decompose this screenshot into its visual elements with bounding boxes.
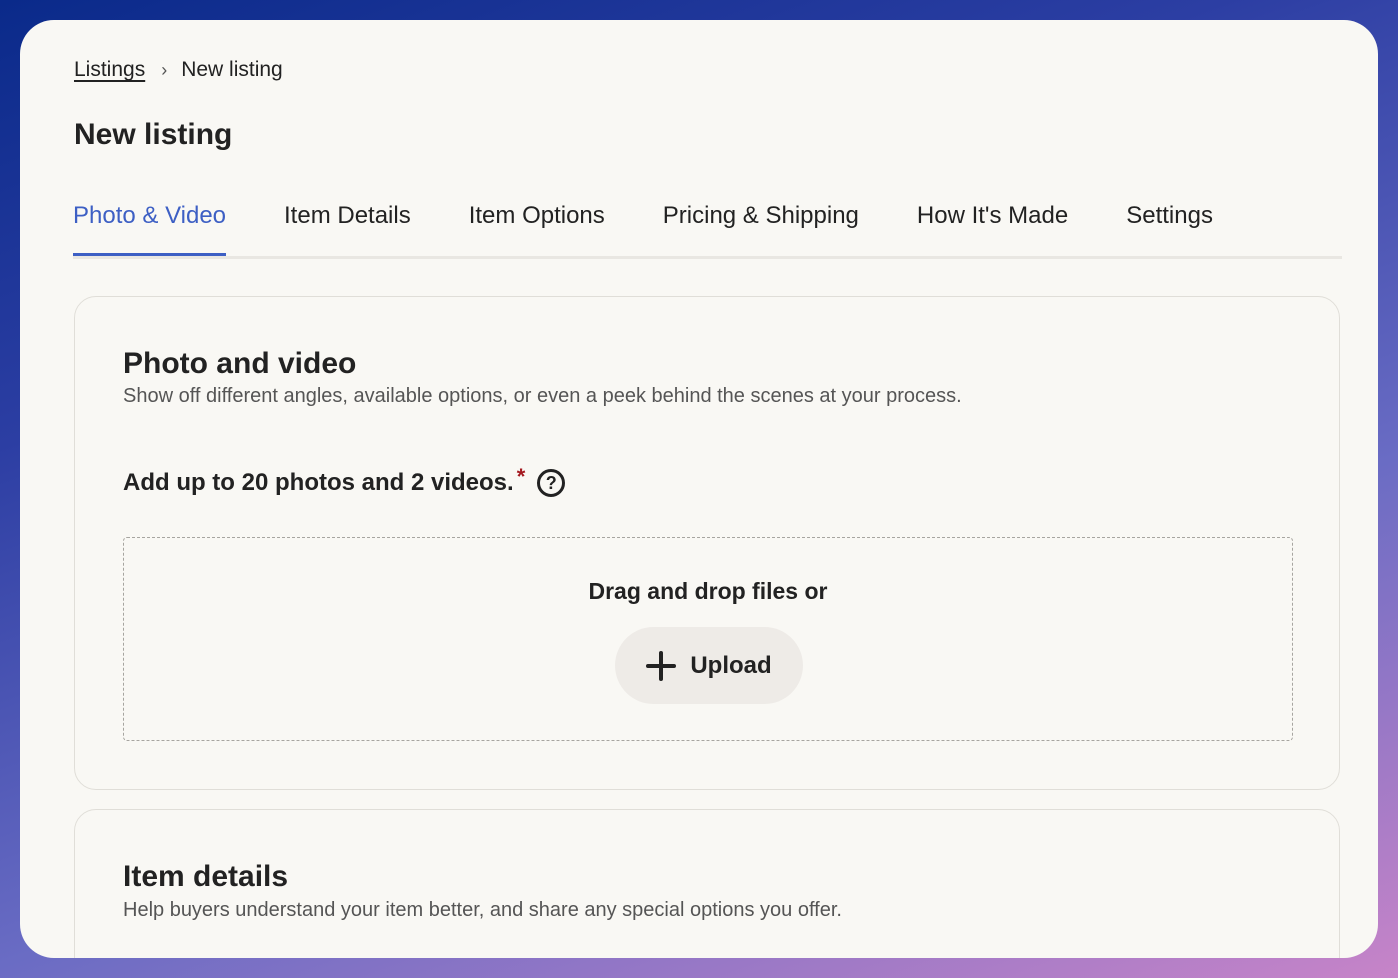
item-details-card: Item details Help buyers understand your…: [74, 809, 1340, 958]
tab-settings[interactable]: Settings: [1126, 196, 1213, 250]
tab-item-details[interactable]: Item Details: [284, 196, 411, 250]
page-title: New listing: [74, 118, 233, 151]
question-circle-icon[interactable]: ?: [537, 469, 566, 497]
add-media-label-text: Add up to 20 photos and 2 videos.: [123, 469, 514, 496]
required-asterisk: *: [516, 464, 526, 489]
tab-photo-video[interactable]: Photo & Video: [73, 196, 227, 256]
photo-section-description: Show off different angles, available opt…: [123, 385, 962, 407]
add-media-label: Add up to 20 photos and 2 videos. * ?: [123, 464, 566, 497]
chevron-right-icon: ›: [161, 59, 168, 80]
photo-section-title: Photo and video: [123, 347, 357, 380]
tab-pricing-shipping[interactable]: Pricing & Shipping: [663, 196, 859, 250]
dropzone-text: Drag and drop files or: [588, 578, 828, 604]
photo-video-card: Photo and video Show off different angle…: [74, 296, 1340, 790]
tab-how-its-made[interactable]: How It's Made: [917, 196, 1068, 250]
breadcrumb: Listings › New listing: [74, 58, 283, 82]
details-section-title: Item details: [123, 860, 289, 893]
tab-item-options[interactable]: Item Options: [469, 196, 605, 250]
upload-button[interactable]: Upload: [615, 627, 803, 704]
breadcrumb-current: New listing: [181, 58, 283, 81]
breadcrumb-listings-link[interactable]: Listings: [74, 58, 145, 82]
details-section-description: Help buyers understand your item better,…: [123, 899, 842, 921]
upload-button-label: Upload: [690, 651, 772, 679]
plus-icon: [646, 650, 677, 681]
listing-tabs: Photo & Video Item Details Item Options …: [73, 196, 1342, 259]
file-dropzone[interactable]: Drag and drop files or Upload: [123, 537, 1293, 741]
app-window: Listings › New listing New listing Photo…: [20, 20, 1378, 958]
